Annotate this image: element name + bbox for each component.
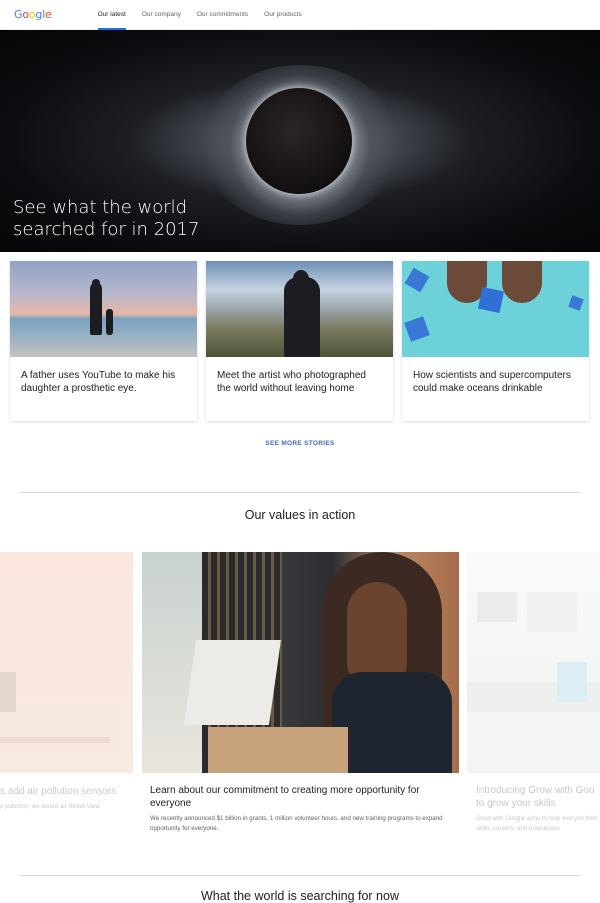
value-card-description: We recently announced $1 billion in gran… — [150, 815, 443, 832]
values-section-title: Our values in action — [244, 508, 356, 522]
see-more-stories-link[interactable]: SEE MORE STORIES — [0, 440, 600, 447]
artist-landscape-image — [206, 261, 393, 357]
searching-section-title: What the world is searching for now — [200, 889, 399, 903]
section-divider — [20, 492, 580, 493]
tab-our-latest[interactable]: Our latest — [90, 0, 134, 30]
story-cards: A father uses YouTube to make his daught… — [10, 261, 589, 421]
hero-title[interactable]: See what the world searched for in 2017 — [13, 197, 273, 241]
story-card[interactable]: A father uses YouTube to make his daught… — [10, 261, 197, 421]
value-card[interactable]: Introducing Grow with Goo to grow your s… — [467, 552, 600, 832]
father-daughter-beach-image — [10, 261, 197, 357]
value-card[interactable]: s add air pollution sensors e pollution,… — [0, 552, 133, 832]
rubiks-cube-hands-image — [402, 261, 589, 357]
nav-tabs: Our latest Our company Our commitments O… — [90, 0, 310, 30]
eclipse-moon-image — [246, 88, 352, 194]
google-logo[interactable]: Google — [14, 8, 52, 21]
story-caption: How scientists and supercomputers could … — [413, 370, 571, 394]
grow-with-google-classroom-image — [467, 552, 600, 773]
woman-laptop-image — [142, 552, 459, 773]
value-card-title: Introducing Grow with Goo to grow your s… — [476, 785, 595, 809]
tab-our-company[interactable]: Our company — [134, 0, 189, 30]
tab-our-products[interactable]: Our products — [256, 0, 310, 30]
section-divider — [20, 875, 580, 876]
air-pollution-sensor-image — [0, 552, 133, 773]
value-card-description: e pollution, we tested air Street View — [0, 803, 100, 810]
top-nav: Google Our latest Our company Our commit… — [0, 0, 600, 30]
value-card-title: Learn about our commitment to creating m… — [150, 785, 420, 809]
story-caption: A father uses YouTube to make his daught… — [21, 370, 176, 394]
story-card[interactable]: How scientists and supercomputers could … — [402, 261, 589, 421]
story-caption: Meet the artist who photographed the wor… — [217, 370, 366, 394]
value-card-title: s add air pollution sensors — [0, 786, 117, 797]
tab-our-commitments[interactable]: Our commitments — [189, 0, 256, 30]
hero-banner[interactable]: See what the world searched for in 2017 — [0, 30, 600, 252]
story-card[interactable]: Meet the artist who photographed the wor… — [206, 261, 393, 421]
value-card-description: Grow with Google aims to help everyon th… — [476, 815, 598, 832]
value-card[interactable]: Learn about our commitment to creating m… — [142, 552, 459, 832]
